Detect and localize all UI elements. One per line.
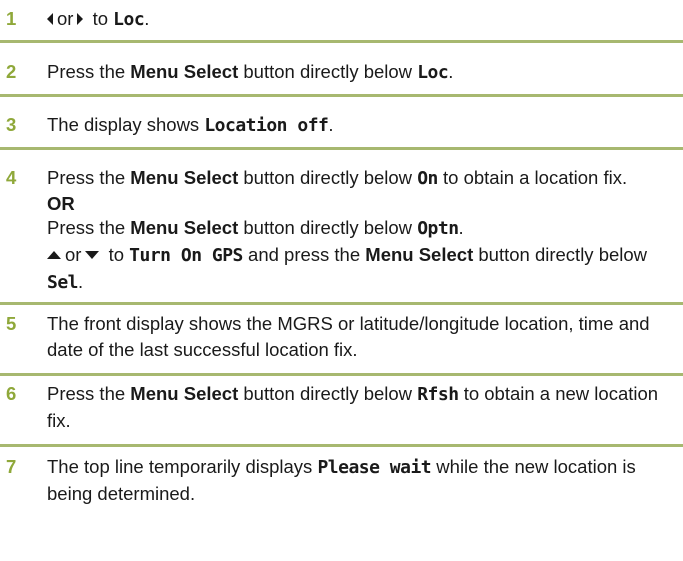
step-2: 2 Press the Menu Select button directly … <box>6 61 454 83</box>
step-5: 5 The front display shows the MGRS or la… <box>6 313 650 360</box>
up-arrow-icon <box>47 250 61 259</box>
display-text: Turn On GPS <box>129 245 243 266</box>
display-text: Optn <box>417 218 459 239</box>
step-text: or <box>57 8 74 29</box>
step-number: 5 <box>6 313 17 334</box>
divider <box>0 302 683 305</box>
button-name: Menu Select <box>130 217 239 238</box>
or-label: OR <box>47 193 75 214</box>
step-number: 4 <box>6 167 17 188</box>
display-text: On <box>417 168 438 189</box>
step-number: 7 <box>6 456 17 477</box>
divider <box>0 147 683 150</box>
step-number: 2 <box>6 61 17 82</box>
display-text: Loc <box>113 9 145 30</box>
step-number: 6 <box>6 383 17 404</box>
step-7: 7 The top line temporarily displays Plea… <box>6 456 636 504</box>
display-text: Please wait <box>317 457 432 478</box>
step-number: 3 <box>6 114 17 135</box>
display-text: Loc <box>417 62 449 83</box>
display-text: Rfsh <box>417 384 459 405</box>
step-text: to <box>92 8 109 29</box>
divider <box>0 373 683 376</box>
button-name: Menu Select <box>130 167 239 188</box>
divider <box>0 444 683 447</box>
step-number: 1 <box>6 8 17 29</box>
step-6: 6 Press the Menu Select button directly … <box>6 383 659 431</box>
step-3: 3 The display shows Location off. <box>6 114 334 136</box>
divider <box>0 40 683 43</box>
down-arrow-icon <box>85 250 100 259</box>
left-arrow-icon <box>47 12 53 25</box>
divider <box>0 94 683 97</box>
button-name: Menu Select <box>130 61 239 82</box>
button-name: Menu Select <box>130 383 239 404</box>
button-name: Menu Select <box>365 244 474 265</box>
right-arrow-icon <box>77 12 84 25</box>
step-4: 4 Press the Menu Select button directly … <box>0 165 683 296</box>
step-1: 1 or to Loc. <box>6 8 150 30</box>
display-text: Sel <box>47 272 79 293</box>
display-text: Location off <box>204 115 329 136</box>
